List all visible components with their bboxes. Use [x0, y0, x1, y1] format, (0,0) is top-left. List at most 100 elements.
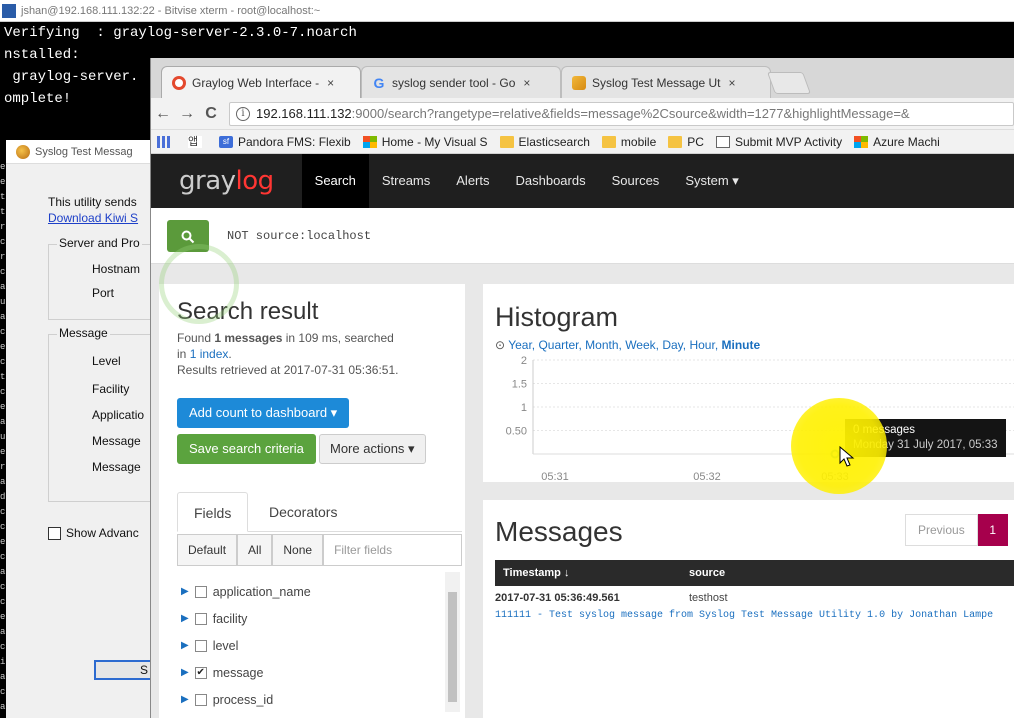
korean-app-icon: 앱 — [188, 135, 202, 148]
reload-icon[interactable]: C — [199, 105, 223, 123]
nav-streams[interactable]: Streams — [369, 154, 443, 208]
search-query-input[interactable]: NOT source:localhost — [227, 229, 371, 243]
site-info-icon[interactable]: i — [236, 106, 250, 121]
resolution-hour[interactable]: Hour — [689, 338, 714, 352]
resolution-month[interactable]: Month — [585, 338, 618, 352]
meta-text: in — [177, 347, 190, 361]
bookmark-label: Elasticsearch — [518, 134, 590, 149]
back-arrow-icon[interactable]: ← — [151, 105, 175, 123]
tab-syslog-utility[interactable]: Syslog Test Message Ut × — [561, 66, 771, 98]
nav-dashboards[interactable]: Dashboards — [503, 154, 599, 208]
close-tab-icon[interactable]: × — [523, 76, 530, 90]
tab-fields[interactable]: Fields — [177, 492, 249, 532]
show-advanced-checkbox[interactable]: Show Advanc — [48, 526, 139, 540]
send-button[interactable]: S — [94, 660, 154, 680]
none-fields-button[interactable]: None — [272, 534, 324, 566]
add-count-to-dashboard-button[interactable]: Add count to dashboard ▾ — [177, 398, 350, 428]
list-item[interactable]: ▶ application_name — [181, 578, 311, 605]
table-row[interactable]: 2017-07-31 05:36:49.561 testhost 111111 … — [495, 592, 1014, 621]
resolution-quarter[interactable]: Quarter — [538, 338, 578, 352]
bookmark-korean[interactable]: 앱 — [188, 135, 207, 148]
caret-right-icon[interactable]: ▶ — [181, 694, 189, 705]
download-kiwi-link[interactable]: Download Kiwi S — [48, 211, 138, 225]
message-text[interactable]: 111111 - Test syslog message from Syslog… — [495, 610, 1014, 621]
y-tick-label: 2 — [521, 355, 527, 367]
nav-sources[interactable]: Sources — [599, 154, 673, 208]
tab-graylog[interactable]: Graylog Web Interface - × — [161, 66, 361, 98]
list-item[interactable]: ▶ facility — [181, 605, 311, 632]
kiwi-title-bar[interactable]: Syslog Test Messag — [6, 140, 165, 164]
page-1-button[interactable]: 1 — [977, 514, 1008, 546]
field-checkbox[interactable] — [194, 585, 207, 598]
bookmark-label: Submit MVP Activity — [734, 134, 843, 149]
bookmark-elasticsearch[interactable]: Elasticsearch — [499, 134, 590, 149]
field-checkbox[interactable] — [194, 612, 207, 625]
resolution-day[interactable]: Day — [662, 338, 682, 352]
meta-text: . — [228, 347, 232, 361]
resolution-year[interactable]: Year — [508, 338, 532, 352]
bookmark-azure[interactable]: Azure Machi — [854, 135, 940, 149]
field-checkbox-checked[interactable]: ✔ — [194, 666, 207, 679]
kiwi-app-icon — [16, 144, 30, 159]
tab-google[interactable]: G syslog sender tool - Go × — [361, 66, 561, 98]
xterm-title-bar[interactable]: jshan@192.168.111.132:22 - Bitvise xterm… — [0, 0, 1014, 22]
caret-right-icon[interactable]: ▶ — [181, 586, 189, 597]
tab-decorators[interactable]: Decorators — [253, 492, 353, 532]
logo-text-accent: log — [235, 166, 275, 196]
caret-right-icon[interactable]: ▶ — [181, 640, 189, 651]
save-search-criteria-button[interactable]: Save search criteria — [177, 434, 316, 464]
bookmark-apps[interactable] — [157, 135, 176, 148]
url-input[interactable]: i 192.168.111.132:9000/search?rangetype=… — [229, 101, 1014, 126]
tab-label: syslog sender tool - Go — [392, 75, 516, 90]
graylog-logo[interactable]: graylog — [179, 166, 274, 196]
field-checkbox[interactable] — [194, 693, 207, 706]
search-result-panel: Search result Found 1 messages in 109 ms… — [159, 284, 465, 718]
message-label-1: Message — [92, 434, 141, 448]
scrollbar-thumb[interactable] — [448, 592, 457, 702]
resolution-week[interactable]: Week — [625, 338, 655, 352]
nav-system[interactable]: System ▾ — [672, 154, 751, 208]
y-tick-label: 1.5 — [512, 379, 527, 391]
terminal-edge-text: eettrcrcauacectceaueradccecacceaciaca — [0, 162, 6, 712]
nav-alerts[interactable]: Alerts — [443, 154, 502, 208]
list-item[interactable]: ▶ ✔ message — [181, 659, 311, 686]
bookmark-label: Pandora FMS: Flexib — [238, 134, 351, 149]
col-source[interactable]: source — [689, 560, 725, 586]
list-item[interactable]: ▶ process_id — [181, 686, 311, 713]
col-timestamp[interactable]: Timestamp ↓ — [503, 560, 569, 586]
search-icon — [181, 230, 195, 244]
field-list-scrollbar[interactable] — [445, 572, 460, 712]
nav-search[interactable]: Search — [301, 154, 369, 208]
bookmark-mvp[interactable]: Submit MVP Activity — [715, 134, 843, 149]
graylog-navbar: graylog Search Streams Alerts Dashboards… — [151, 154, 1014, 208]
default-fields-button[interactable]: Default — [177, 534, 238, 566]
messages-title: Messages — [495, 516, 623, 547]
caret-right-icon[interactable]: ▶ — [181, 613, 189, 624]
resolution-minute[interactable]: Minute — [721, 338, 760, 352]
more-actions-button[interactable]: More actions ▾ — [319, 434, 426, 464]
forward-arrow-icon[interactable]: → — [175, 105, 199, 123]
bookmark-mobile[interactable]: mobile — [601, 135, 656, 149]
folder-icon — [499, 135, 514, 148]
previous-page-button[interactable]: Previous — [905, 514, 978, 546]
close-tab-icon[interactable]: × — [327, 76, 334, 90]
bookmark-visual-studio[interactable]: Home - My Visual S — [362, 135, 488, 149]
browser-window[interactable]: Graylog Web Interface - × G syslog sende… — [150, 58, 1014, 718]
field-name: process_id — [212, 692, 274, 707]
list-item[interactable]: ▶ level — [181, 632, 311, 659]
retrieved-time: Results retrieved at 2017-07-31 05:36:51… — [177, 363, 399, 377]
bookmark-pandora[interactable]: sf Pandora FMS: Flexib — [219, 135, 351, 149]
all-fields-button[interactable]: All — [237, 534, 273, 566]
new-tab-button[interactable] — [766, 72, 812, 94]
bookmark-pc[interactable]: PC — [668, 135, 704, 149]
microsoft-icon — [854, 135, 869, 148]
index-link[interactable]: 1 index — [190, 347, 229, 361]
meta-text: in 109 ms, searched — [282, 331, 394, 345]
caret-right-icon[interactable]: ▶ — [181, 667, 189, 678]
syslog-test-utility-window[interactable]: Syslog Test Messag This utility sends Do… — [0, 140, 168, 718]
filter-fields-input[interactable]: Filter fields — [323, 534, 462, 566]
sort-desc-icon[interactable]: ↓ — [564, 567, 570, 579]
field-checkbox[interactable] — [194, 639, 207, 652]
checkbox-box[interactable] — [48, 526, 61, 540]
close-tab-icon[interactable]: × — [729, 76, 736, 90]
